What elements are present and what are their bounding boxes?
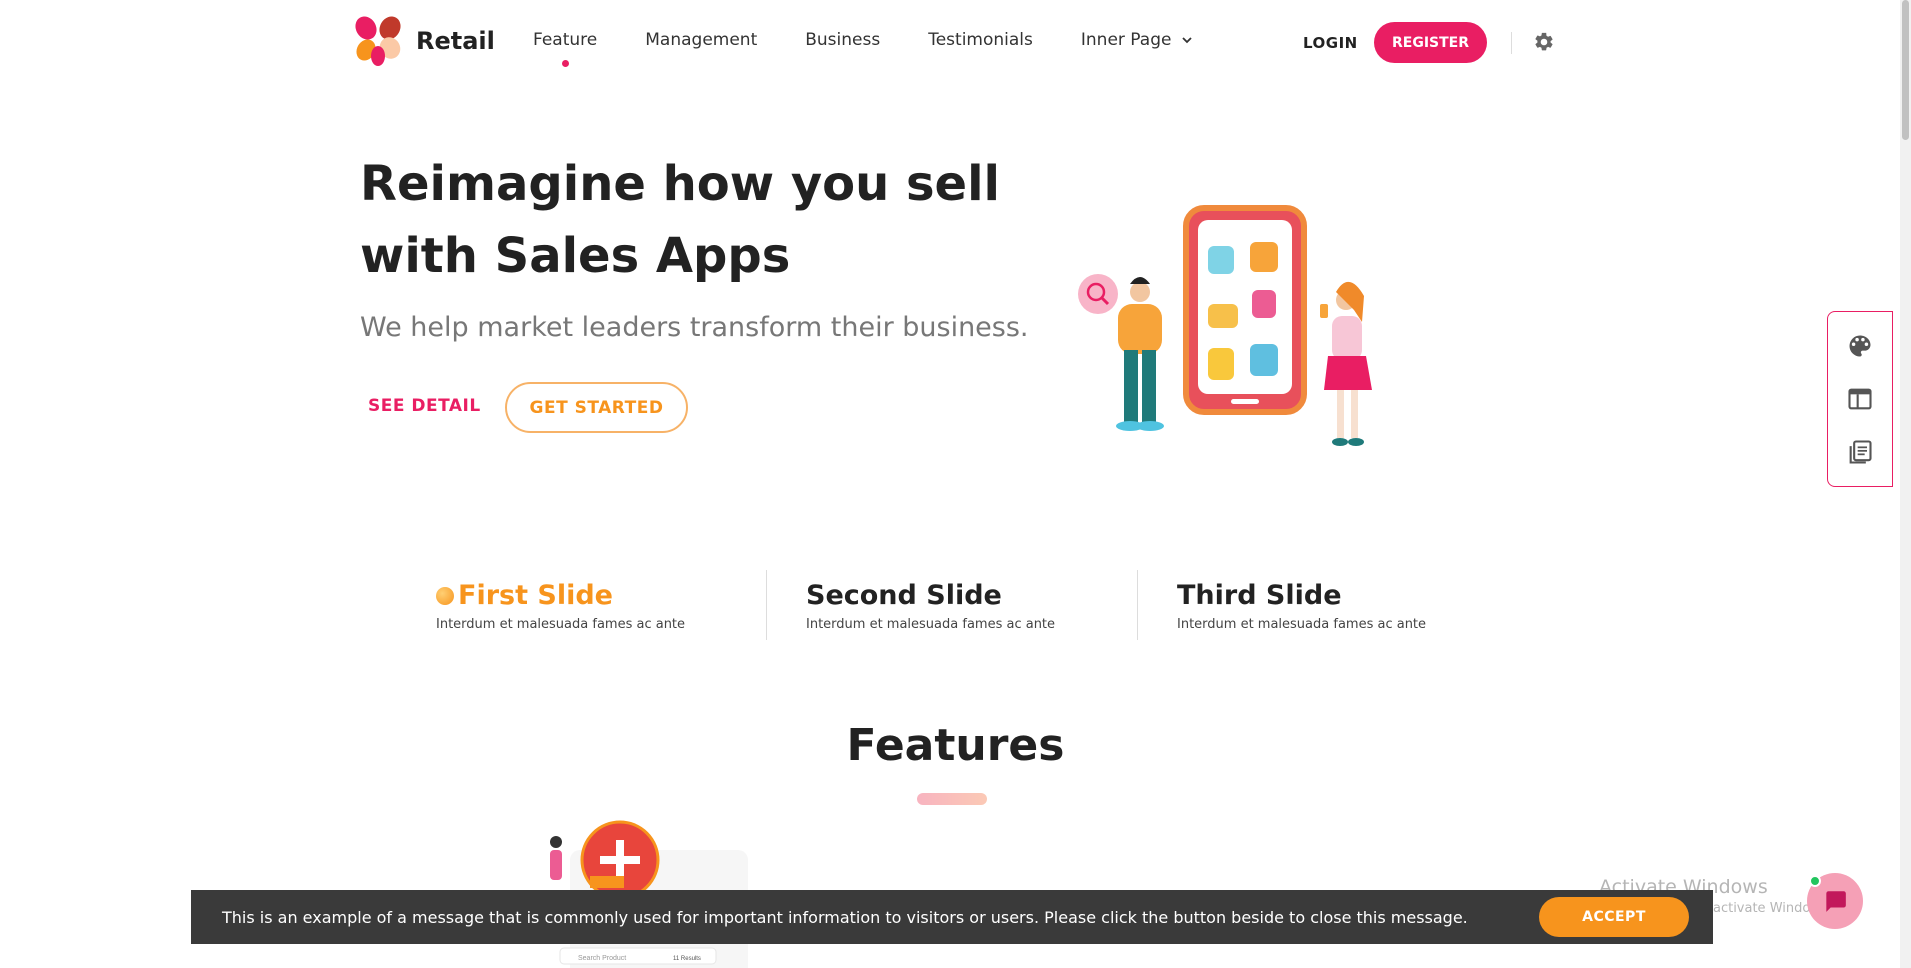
palette-icon <box>1849 335 1871 357</box>
nav-item-business[interactable]: Business <box>805 30 880 50</box>
slide-title: First Slide <box>436 580 685 611</box>
nav-item-testimonials[interactable]: Testimonials <box>928 30 1033 50</box>
side-toolbar <box>1827 311 1893 487</box>
accept-button[interactable]: ACCEPT <box>1539 897 1689 937</box>
slide-separator <box>766 570 767 640</box>
slide-tab-first[interactable]: First Slide Interdum et malesuada fames … <box>436 580 685 632</box>
nav-item-label: Feature <box>533 30 598 50</box>
logo-mark-icon <box>355 16 401 66</box>
palette-button[interactable] <box>1845 331 1875 361</box>
chat-button[interactable] <box>1807 873 1863 929</box>
slide-desc: Interdum et malesuada fames ac ante <box>1177 617 1427 632</box>
hero-title-line1: Reimagine how you sell <box>360 156 1001 212</box>
hero-title-line2: with Sales Apps <box>360 228 791 284</box>
nav-item-label: Business <box>805 30 881 50</box>
nav-item-inner-page[interactable]: Inner Page <box>1081 30 1194 50</box>
slide-title-text: First Slide <box>458 580 613 611</box>
layout-button[interactable] <box>1845 384 1875 414</box>
features-underline <box>917 793 987 805</box>
chevron-down-icon <box>1182 37 1193 44</box>
nav-item-label: Testimonials <box>928 30 1033 50</box>
nav-item-label: Inner Page <box>1080 30 1172 50</box>
scrollbar-thumb[interactable] <box>1902 0 1909 140</box>
slide-separator <box>1137 570 1138 640</box>
main-nav: Feature Management Business Testimonials… <box>533 30 1194 67</box>
hero-title: Reimagine how you sell with Sales Apps <box>360 148 1000 292</box>
slide-desc: Interdum et malesuada fames ac ante <box>806 617 1056 632</box>
login-link[interactable]: LOGIN <box>1303 34 1358 52</box>
logo[interactable]: Retail <box>350 14 495 68</box>
see-detail-link[interactable]: SEE DETAIL <box>368 396 481 416</box>
page-scrollbar[interactable] <box>1900 0 1911 968</box>
hero-subtitle: We help market leaders transform their b… <box>360 312 1029 343</box>
cookie-notice: This is an example of a message that is … <box>191 890 1713 944</box>
online-status-dot <box>1809 875 1821 887</box>
get-started-button[interactable]: GET STARTED <box>505 382 688 433</box>
gear-icon[interactable] <box>1533 31 1555 53</box>
slide-desc: Interdum et malesuada fames ac ante <box>436 617 686 632</box>
nav-item-management[interactable]: Management <box>645 30 757 50</box>
pages-button[interactable] <box>1845 437 1875 467</box>
chat-bubble-icon <box>1826 891 1846 912</box>
nav-item-label: Management <box>645 30 758 50</box>
header-divider <box>1511 32 1512 54</box>
nav-item-feature[interactable]: Feature <box>533 30 598 67</box>
features-title: Features <box>846 720 1065 771</box>
hero-illustration <box>1078 205 1372 446</box>
preview-results-text: 11 Results <box>673 956 701 962</box>
slide-title: Second Slide <box>806 580 1002 611</box>
active-dot-icon <box>436 586 454 605</box>
register-button[interactable]: REGISTER <box>1374 22 1487 63</box>
logo-text: Retail <box>416 27 495 55</box>
slide-title: Third Slide <box>1177 580 1342 611</box>
pages-icon <box>1849 440 1872 464</box>
preview-search-text: Search Product <box>578 955 626 962</box>
slide-tab-second[interactable]: Second Slide Interdum et malesuada fames… <box>806 580 1055 632</box>
slide-tab-third[interactable]: Third Slide Interdum et malesuada fames … <box>1177 580 1426 632</box>
site-header: Retail Feature Management Business Testi… <box>0 0 1911 86</box>
cookie-message: This is an example of a message that is … <box>222 907 1468 927</box>
layout-icon <box>1848 388 1872 410</box>
